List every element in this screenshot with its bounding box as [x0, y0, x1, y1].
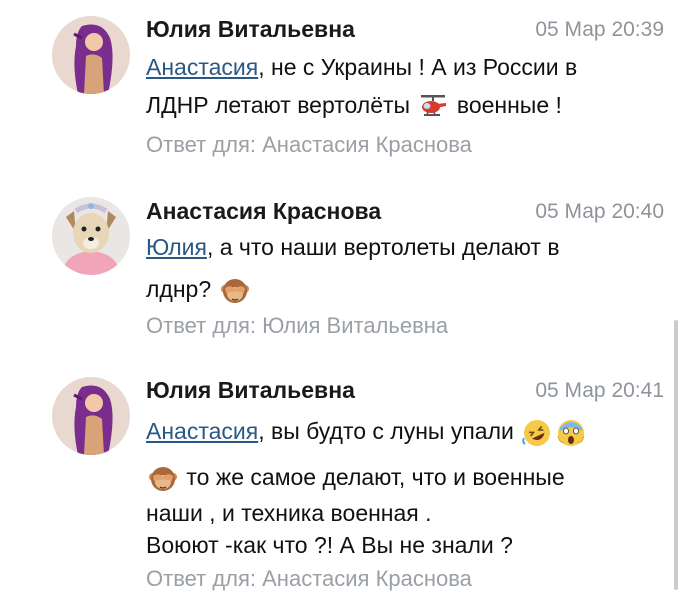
comment-text-line-2: лднр? — [146, 276, 252, 306]
comment-text-line-1: Анастасия, вы будто с луны упали — [146, 418, 588, 448]
avatar-image — [52, 377, 130, 455]
comment-time[interactable]: 05 Мар 20:40 — [535, 200, 664, 224]
avatar-anastasia[interactable] — [52, 197, 130, 275]
helicopter-emoji-icon — [418, 92, 448, 122]
comment-text: лднр? — [146, 276, 218, 303]
comment-author[interactable]: Юлия Витальевна — [146, 16, 355, 43]
mention-link[interactable]: Анастасия — [146, 418, 258, 444]
comment-text-line-3: наши , и техника военная . — [146, 500, 432, 526]
comment-time[interactable]: 05 Мар 20:39 — [535, 18, 664, 42]
comment-text-line-1: Анастасия, не с Украины ! А из России в — [146, 54, 577, 81]
scrollbar[interactable] — [674, 320, 678, 590]
reply-to-link[interactable]: Ответ для: Анастасия Краснова — [146, 132, 472, 158]
see-no-evil-monkey-icon — [220, 276, 250, 306]
comment-text-line-1: Юлия, а что наши вертолеты делают в — [146, 234, 560, 261]
reply-to-link[interactable]: Ответ для: Анастасия Краснова — [146, 566, 472, 592]
comment-author[interactable]: Анастасия Краснова — [146, 198, 381, 225]
comment-text: ЛДНР летают вертолёты — [146, 92, 417, 119]
comment-author[interactable]: Юлия Витальевна — [146, 377, 355, 404]
comment-text: военные ! — [450, 92, 562, 119]
comment-text-line-4: Воюют -как что ?! А Вы не знали ? — [146, 532, 513, 558]
avatar-yulia[interactable] — [52, 377, 130, 455]
mention-link[interactable]: Юлия — [146, 234, 207, 260]
screaming-face-emoji-icon — [556, 418, 586, 448]
comment-text: , а что наши вертолеты делают в — [206, 234, 560, 260]
reply-to-link[interactable]: Ответ для: Юлия Витальевна — [146, 313, 448, 339]
mention-link[interactable]: Анастасия — [146, 54, 258, 80]
avatar-yulia[interactable] — [52, 16, 130, 94]
comment-text: , вы будто с луны упали — [258, 418, 521, 445]
see-no-evil-monkey-icon — [148, 464, 178, 494]
comment-text: то же самое делают, что и военные — [180, 464, 565, 491]
comment-text-line-2: то же самое делают, что и военные — [146, 464, 565, 494]
comment-text-line-2: ЛДНР летают вертолёты военные ! — [146, 92, 562, 122]
rofl-emoji-icon — [522, 418, 552, 448]
avatar-image — [52, 197, 130, 275]
avatar-image — [52, 16, 130, 94]
comment-text: , не с Украины ! А из России в — [258, 54, 578, 80]
comment-time[interactable]: 05 Мар 20:41 — [535, 379, 664, 403]
